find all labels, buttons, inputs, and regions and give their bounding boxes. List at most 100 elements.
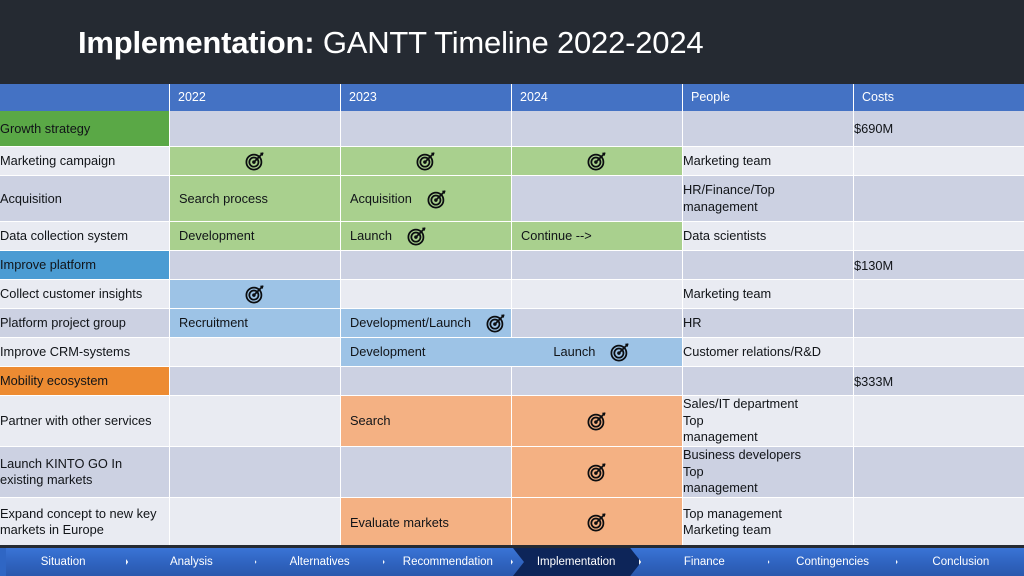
table-row: Partner with other services Search Sales/… [0,396,1024,447]
people-line: Data scientists [683,227,767,243]
nav-item-conclusion[interactable]: Conclusion [898,548,1024,576]
nav-item-label: Contingencies [796,556,870,568]
gantt-bar-label: Launch [553,344,596,360]
nav-item-analysis[interactable]: Analysis [128,548,256,576]
cost-cell: $690M [854,111,1024,147]
task-label: Partner with other services [0,396,170,447]
timeline-cell [170,111,341,147]
nav-item-situation[interactable]: Situation [0,548,128,576]
table-row: Improve CRM-systems Development Launch Cus… [0,338,1024,367]
gantt-bar [512,446,682,497]
people-cell: HR [683,309,854,338]
timeline-cell: Search process [170,176,341,222]
target-icon [415,150,437,172]
col-header-costs: Costs [854,84,1024,111]
gantt-bar [512,497,682,547]
cost-cell [854,396,1024,447]
target-icon [586,511,608,533]
gantt-bar-label: Search process [179,190,268,206]
cost-cell [854,147,1024,176]
col-header-people: People [683,84,854,111]
table-row: Acquisition Search process Acquisition HR/… [0,176,1024,222]
col-header-task [0,84,170,111]
people-line: Marketing team [683,152,772,168]
people-cell: Top management Marketing team [683,497,854,548]
gantt-bar [512,147,682,175]
gantt-bar-label: Acquisition [350,190,412,206]
timeline-cell [512,367,683,396]
people-line: HR/Finance/Top [683,181,775,197]
page-title-strong: Implementation: [78,24,315,60]
timeline-cell [170,280,341,309]
target-icon [244,283,266,305]
cost-cell [854,309,1024,338]
people-line: HR [683,314,702,330]
nav-item-finance[interactable]: Finance [641,548,769,576]
nav-item-recommendation[interactable]: Recommendation [385,548,513,576]
people-cell [683,111,854,147]
timeline-cell [512,111,683,147]
timeline-cell [512,446,683,498]
timeline-cell [512,251,683,280]
timeline-cell [512,309,683,338]
category-label: Growth strategy [0,111,170,147]
task-label: Marketing campaign [0,147,170,176]
gantt-bar [170,147,340,175]
table-row: Growth strategy $690M [0,111,1024,147]
people-line: Customer relations/R&D [683,343,821,359]
people-line: management [683,429,758,445]
timeline-cell [170,396,341,447]
timeline-cell [170,497,341,548]
people-line: Sales/IT department [683,396,798,411]
task-label: Collect customer insights [0,280,170,309]
timeline-cell [170,147,341,176]
target-icon [426,188,448,210]
people-line: management [683,198,758,214]
people-line: Business developers [683,446,802,462]
gantt-bar: Development/Launch [341,309,511,337]
timeline-cell: Development/Launch [341,309,512,338]
table-row: Launch KINTO GO In existing markets Busi… [0,446,1024,498]
timeline-cell [341,147,512,176]
task-label: Launch KINTO GO In existing markets [0,446,170,498]
table-row: Platform project group Recruitment Develop… [0,309,1024,338]
gantt-bar [170,280,340,308]
gantt-bar [341,147,511,175]
timeline-cell [341,280,512,309]
nav-item-alternatives[interactable]: Alternatives [257,548,385,576]
people-line: Marketing team [683,522,772,538]
gantt-bar-label: Evaluate markets [350,514,449,530]
task-label: Improve CRM-systems [0,338,170,367]
target-icon [609,341,631,363]
timeline-cell [170,367,341,396]
gantt-bar [512,396,682,446]
cost-cell: $333M [854,367,1024,396]
table-header-row: 2022 2023 2024 People Costs [0,84,1024,111]
task-label: Acquisition [0,176,170,222]
gantt-bar-label: Recruitment [179,315,248,331]
section-nav: Situation Analysis Alternatives Recommendat… [0,548,1024,576]
cost-cell [854,497,1024,548]
timeline-cell: Recruitment [170,309,341,338]
nav-item-label: Implementation [536,556,616,568]
people-cell: Marketing team [683,280,854,309]
people-line: management [683,480,758,496]
timeline-cell [341,251,512,280]
nav-divider [0,545,1024,548]
nav-item-contingencies[interactable]: Contingencies [770,548,898,576]
table-row: Data collection system Development Launch … [0,222,1024,251]
task-label: Platform project group [0,309,170,338]
timeline-cell [170,338,341,367]
cost-cell [854,176,1024,222]
gantt-bar-label: Development [179,228,255,244]
page-title: Implementation: GANTT Timeline 2022-2024 [78,24,704,60]
timeline-cell [512,176,683,222]
timeline-cell [512,497,683,548]
timeline-cell: Launch [341,222,512,251]
nav-item-implementation[interactable]: Implementation [513,548,641,576]
nav-left-cap [0,548,6,576]
cost-cell [854,446,1024,498]
col-header-2022: 2022 [170,84,341,111]
gantt-bar: Search process [170,176,340,221]
people-line: Marketing team [683,285,772,301]
